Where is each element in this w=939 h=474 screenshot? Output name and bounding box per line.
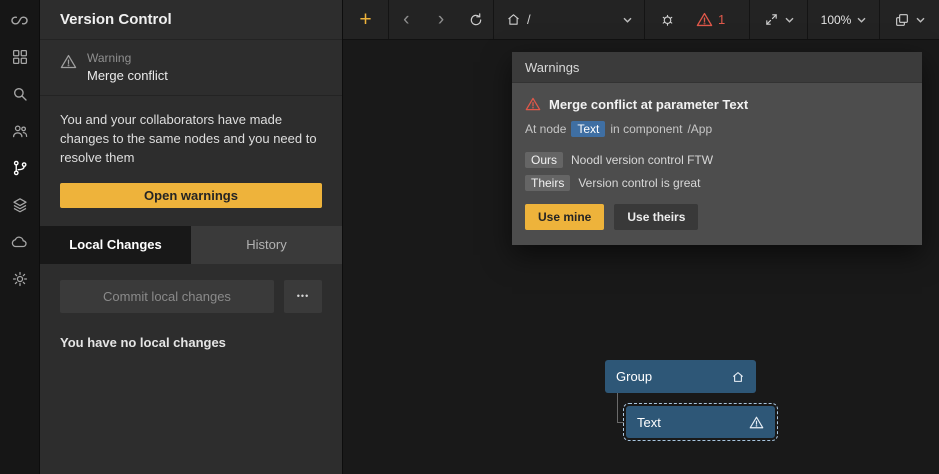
warnings-popup-body: Merge conflict at parameter Text At node… [512,83,922,245]
expand-icon [764,12,779,27]
ours-badge: Ours [525,152,563,168]
refresh-icon [468,12,484,28]
noodl-logo-icon [10,11,29,30]
node-label: Group [616,369,652,384]
chevron-left-icon: ‹ [403,10,409,29]
node-name-token: Text [571,121,605,137]
git-branch-icon [11,159,29,177]
use-mine-button[interactable]: Use mine [525,204,604,230]
warning-triangle-icon [525,96,541,112]
location-middle: in component [610,122,682,136]
sidebar-item-home[interactable] [9,10,31,30]
theirs-value: Version control is great [578,176,700,190]
ellipsis-icon: ••• [297,291,309,301]
version-control-panel: Version Control Warning Merge conflict Y… [40,0,343,474]
node-connector-vertical [617,393,618,423]
toolbar-add-group: + [343,0,389,39]
add-node-button[interactable]: + [359,0,371,39]
cloud-icon [11,233,29,251]
preview-expand-button[interactable] [764,0,794,39]
zoom-level: 100% [821,13,852,27]
search-icon [11,85,29,103]
panel-title: Version Control [40,0,342,40]
sidebar-item-modules[interactable] [9,195,31,215]
layers-icon [11,196,29,214]
location-prefix: At node [525,122,566,136]
nav-forward-button[interactable]: › [424,0,459,39]
canvas-node-group[interactable]: Group [605,360,756,393]
plus-icon: + [359,9,371,30]
activity-bar [0,0,40,474]
windows-icon [894,12,910,28]
toolbar-zoom-group: 100% [808,0,880,39]
component-path: /App [687,122,712,136]
nav-back-button[interactable]: ‹ [389,0,424,39]
sidebar-item-cloud-functions[interactable] [9,232,31,252]
sidebar-item-settings[interactable] [9,269,31,289]
theirs-badge: Theirs [525,175,570,191]
home-icon [731,370,745,384]
components-grid-icon [11,48,29,66]
open-warnings-button[interactable]: Open warnings [60,183,322,208]
sidebar-item-components[interactable] [9,47,31,67]
people-icon [11,122,29,140]
conflict-description: You and your collaborators have made cha… [40,96,342,168]
sidebar-item-collaboration[interactable] [9,121,31,141]
panel-tabs: Local Changes History [40,226,342,264]
warning-triangle-icon [696,11,713,28]
warning-location: At node Text in component /App [525,121,909,137]
use-theirs-button[interactable]: Use theirs [614,204,698,230]
toolbar-preview-group [750,0,808,39]
warning-item-header: Merge conflict at parameter Text [525,96,909,112]
chevron-right-icon: › [438,10,444,29]
refresh-button[interactable] [458,0,493,39]
tab-history[interactable]: History [191,226,342,264]
gear-icon [11,270,29,288]
breadcrumb-path: / [527,12,531,27]
sidebar-item-version-control[interactable] [9,158,31,178]
node-connector-horizontal [617,422,624,423]
chevron-down-icon [916,17,925,23]
warnings-popup-title: Warnings [512,52,922,83]
conflict-actions: Use mine Use theirs [525,204,909,230]
debug-button[interactable] [659,0,676,39]
toolbar-windows-group [880,0,939,39]
warnings-popup: Warnings Merge conflict at parameter Tex… [512,52,922,245]
toolbar-breadcrumb-group: / [494,0,645,39]
no-local-changes-message: You have no local changes [60,335,322,350]
toolbar-nav-group: ‹ › [389,0,494,39]
zoom-control[interactable]: 100% [821,0,867,39]
commit-local-changes-button[interactable]: Commit local changes [60,280,274,313]
sidebar-item-search[interactable] [9,84,31,104]
warning-label: Warning [87,51,168,65]
chevron-down-icon [785,17,794,23]
component-breadcrumb[interactable]: / [506,0,632,39]
tab-local-changes[interactable]: Local Changes [40,226,191,264]
canvas-toolbar: + ‹ › [343,0,939,40]
canvas-node-text[interactable]: Text [626,406,775,438]
bug-icon [659,11,676,28]
warning-item-title: Merge conflict at parameter Text [549,97,748,112]
ours-row: Ours Noodl version control FTW [525,152,909,168]
ours-value: Noodl version control FTW [571,153,713,167]
chevron-down-icon [623,17,632,23]
chevron-down-icon [857,17,866,23]
warning-summary: Warning Merge conflict [40,40,342,96]
noodl-editor-window: Version Control Warning Merge conflict Y… [0,0,939,474]
home-icon [506,12,521,27]
warning-count: 1 [718,12,725,27]
commit-row: Commit local changes ••• [60,280,322,313]
warnings-indicator-button[interactable]: 1 [696,0,725,39]
toolbar-debug-group: 1 [645,0,750,39]
warning-summary-text: Warning Merge conflict [87,51,168,83]
theirs-row: Theirs Version control is great [525,175,909,191]
warning-triangle-icon [60,53,77,70]
warning-message: Merge conflict [87,68,168,83]
warning-triangle-icon [749,415,764,430]
windows-button[interactable] [894,0,925,39]
more-options-button[interactable]: ••• [284,280,322,313]
node-label: Text [637,415,661,430]
